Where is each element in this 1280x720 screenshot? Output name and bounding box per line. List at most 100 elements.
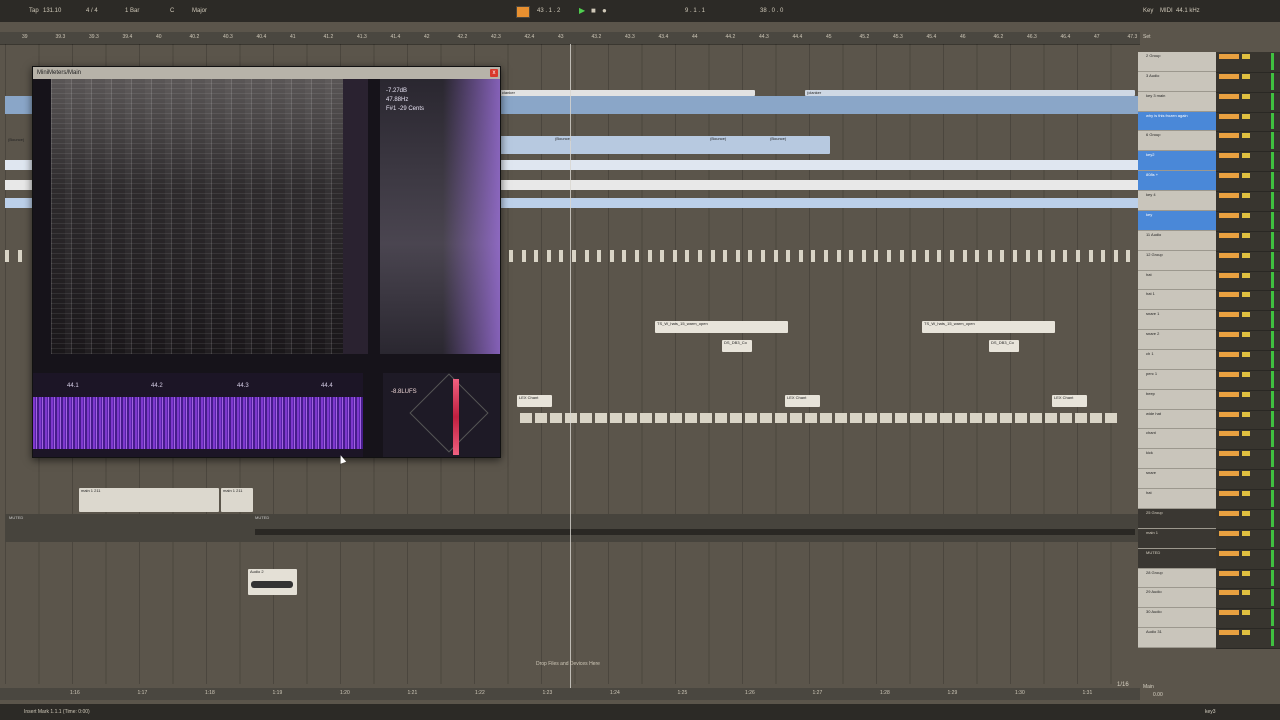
midi-clip[interactable]	[565, 413, 577, 423]
mixer-row[interactable]	[1216, 330, 1280, 351]
track-activator[interactable]	[1219, 411, 1239, 417]
midi-clip[interactable]	[950, 250, 954, 262]
midi-clip[interactable]	[824, 250, 828, 262]
track-header[interactable]: main 1	[1138, 528, 1216, 549]
track-header[interactable]: hat 1	[1138, 290, 1216, 311]
track-activator[interactable]	[1219, 312, 1239, 318]
loop-length-display[interactable]: 38 . 0 . 0	[760, 6, 783, 16]
master-track[interactable]: Main	[1143, 684, 1154, 690]
mixer-row[interactable]	[1216, 588, 1280, 610]
midi-clip[interactable]	[895, 413, 907, 423]
clip-hats-2[interactable]: TS_W_hats_15_warm_open	[922, 321, 1055, 333]
clip-chant-3[interactable]: LEX Chant	[1052, 395, 1087, 407]
mixer-row[interactable]	[1216, 92, 1280, 113]
playhead[interactable]	[570, 44, 571, 690]
solo-button[interactable]	[1242, 391, 1250, 397]
midi-clip[interactable]	[899, 250, 904, 262]
time-ruler[interactable]: 1:16 1:17 1:18 1:19 1:20 1:21 1:22 1:23 1:24 1:25…	[0, 688, 1140, 700]
solo-button[interactable]	[1242, 550, 1250, 556]
grid-setting[interactable]: 1/16	[1117, 682, 1129, 688]
track-activator[interactable]	[1219, 212, 1239, 218]
track-activator[interactable]	[1219, 292, 1239, 298]
mixer-row[interactable]	[1216, 271, 1280, 292]
mixer-row[interactable]	[1216, 509, 1280, 530]
mixer-row[interactable]	[1216, 390, 1280, 411]
midi-clip[interactable]	[520, 413, 532, 423]
track-header[interactable]: 6 Group	[1138, 131, 1216, 152]
solo-button[interactable]	[1242, 73, 1250, 79]
midi-clip[interactable]	[786, 250, 791, 262]
track-header[interactable]: 3 Audio	[1138, 72, 1216, 92]
solo-button[interactable]	[1242, 610, 1250, 616]
midi-clip[interactable]	[748, 250, 753, 262]
clip-clanker-2[interactable]: (clanker	[805, 90, 1135, 96]
midi-clip[interactable]	[597, 250, 602, 262]
midi-clip[interactable]	[710, 250, 715, 262]
clip-main-2[interactable]: main 1 211	[221, 488, 253, 512]
midi-clip[interactable]	[1000, 250, 1005, 262]
clip-bounce[interactable]: (Bounce) (Bounce) (Bounce)	[500, 136, 830, 154]
midi-clip[interactable]	[580, 413, 592, 423]
stop-icon[interactable]: ■	[591, 6, 596, 16]
midi-clip[interactable]	[850, 413, 862, 423]
mixer-row[interactable]	[1216, 171, 1280, 193]
midi-clip[interactable]	[790, 413, 802, 423]
loop-start-display[interactable]: 9 . 1 . 1	[685, 6, 705, 16]
track-activator[interactable]	[1219, 471, 1239, 477]
solo-button[interactable]	[1242, 252, 1250, 258]
mixer-row[interactable]	[1216, 370, 1280, 391]
track-activator[interactable]	[1219, 73, 1239, 79]
midi-clip[interactable]	[534, 250, 539, 262]
midi-clip[interactable]	[1090, 413, 1102, 423]
solo-button[interactable]	[1242, 93, 1250, 99]
midi-clip[interactable]	[970, 413, 982, 423]
mixer-row[interactable]	[1216, 151, 1280, 173]
mixer-row[interactable]	[1216, 529, 1280, 550]
midi-clip[interactable]	[1063, 250, 1068, 262]
solo-button[interactable]	[1242, 431, 1250, 437]
midi-clip[interactable]	[1060, 413, 1072, 423]
mixer-row[interactable]	[1216, 410, 1280, 431]
track-activator[interactable]	[1219, 113, 1239, 119]
solo-button[interactable]	[1242, 471, 1250, 477]
midi-clip[interactable]	[1030, 413, 1042, 423]
track-header[interactable]: snare 2	[1138, 330, 1216, 350]
quantize-select[interactable]: 1 Bar	[125, 6, 139, 16]
midi-clip[interactable]	[1013, 250, 1017, 262]
midi-clip[interactable]	[685, 413, 697, 423]
midi-clip[interactable]	[745, 413, 757, 423]
midi-clip[interactable]	[811, 250, 816, 262]
clip-ds-2[interactable]: DS_DB3_Co	[989, 340, 1019, 352]
tempo-field[interactable]: 131.10	[43, 6, 61, 16]
solo-button[interactable]	[1242, 272, 1250, 278]
mixer-row[interactable]	[1216, 549, 1280, 570]
track-header[interactable]: 30 Audio	[1138, 608, 1216, 629]
midi-clip[interactable]	[805, 413, 817, 423]
midi-clip[interactable]	[798, 250, 803, 262]
play-icon[interactable]: ▶	[579, 6, 585, 16]
midi-clip[interactable]	[1050, 250, 1055, 262]
track-header[interactable]: chant	[1138, 429, 1216, 450]
track-header[interactable]: perc 1	[1138, 370, 1216, 390]
solo-button[interactable]	[1242, 54, 1250, 59]
mixer-row[interactable]	[1216, 72, 1280, 93]
solo-button[interactable]	[1242, 133, 1250, 139]
track-header[interactable]: key 4	[1138, 191, 1216, 211]
midi-clip[interactable]	[5, 250, 9, 262]
solo-button[interactable]	[1242, 371, 1250, 377]
midi-clip[interactable]	[874, 250, 879, 262]
midi-clip[interactable]	[880, 413, 892, 423]
midi-clip[interactable]	[698, 250, 702, 262]
solo-button[interactable]	[1242, 292, 1250, 298]
midi-clip[interactable]	[1038, 250, 1043, 262]
midi-clip[interactable]	[1105, 413, 1117, 423]
clip-chant-2[interactable]: LEX Chant	[785, 395, 820, 407]
track-header[interactable]: key2	[1138, 151, 1216, 172]
track-activator[interactable]	[1219, 193, 1239, 199]
solo-button[interactable]	[1242, 173, 1250, 179]
master-volume[interactable]: 0.00	[1153, 692, 1163, 698]
track-activator[interactable]	[1219, 451, 1239, 457]
track-activator[interactable]	[1219, 153, 1239, 159]
solo-button[interactable]	[1242, 232, 1250, 238]
track-activator[interactable]	[1219, 510, 1239, 516]
